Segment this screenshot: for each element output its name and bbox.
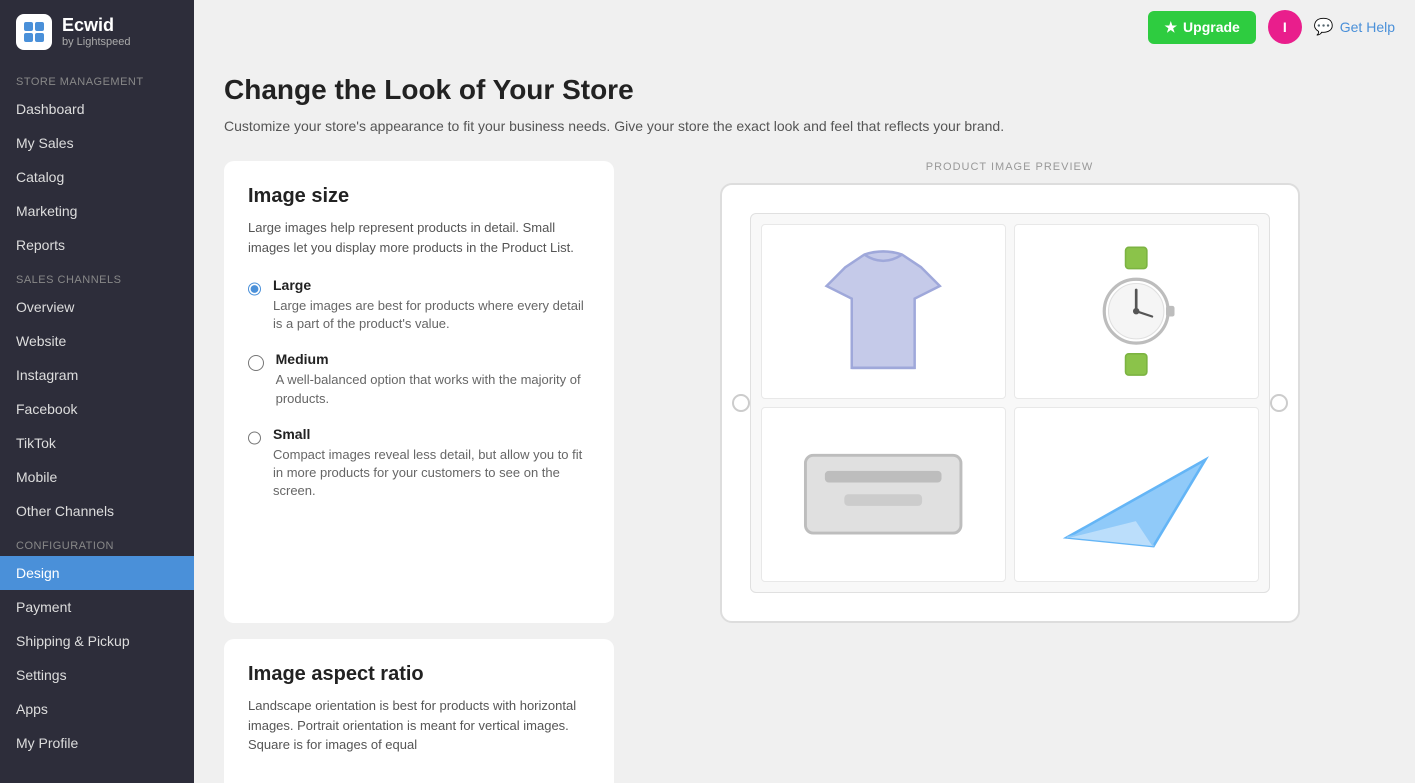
- sidebar-item-facebook[interactable]: Facebook: [0, 392, 194, 426]
- brand-text: Ecwid by Lightspeed: [62, 15, 131, 50]
- sidebar-item-payment[interactable]: Payment: [0, 590, 194, 624]
- sidebar-item-tiktok[interactable]: TikTok: [0, 426, 194, 460]
- sidebar-item-shipping[interactable]: Shipping & Pickup: [0, 624, 194, 658]
- radio-large-text: Large Large images are best for products…: [273, 277, 590, 333]
- radio-medium-text: Medium A well-balanced option that works…: [276, 351, 590, 407]
- sidebar-item-design[interactable]: Design: [0, 556, 194, 590]
- brand-name: Ecwid: [62, 15, 131, 37]
- preview-cell-bottom-left: [761, 407, 1006, 582]
- sales-channels-label: Sales channels: [0, 262, 194, 290]
- preview-cell-watch: [1014, 224, 1259, 399]
- upgrade-button[interactable]: ★ Upgrade: [1148, 11, 1255, 44]
- help-label: Get Help: [1340, 19, 1395, 35]
- preview-label: PRODUCT IMAGE PREVIEW: [926, 161, 1093, 173]
- preview-container: PRODUCT IMAGE PREVIEW: [634, 161, 1385, 623]
- upgrade-label: Upgrade: [1183, 19, 1240, 35]
- page-content: Change the Look of Your Store Customize …: [194, 54, 1415, 783]
- radio-large-input[interactable]: [248, 280, 261, 298]
- sidebar-item-marketing[interactable]: Marketing: [0, 194, 194, 228]
- sidebar-item-other-channels[interactable]: Other Channels: [0, 494, 194, 528]
- sidebar-item-dashboard[interactable]: Dashboard: [0, 92, 194, 126]
- sidebar-item-reports[interactable]: Reports: [0, 228, 194, 262]
- page-title: Change the Look of Your Store: [224, 74, 1385, 106]
- radio-medium-desc: A well-balanced option that works with t…: [276, 371, 590, 407]
- chat-icon: 💬: [1314, 17, 1334, 37]
- preview-grid: [750, 213, 1270, 593]
- image-size-desc: Large images help represent products in …: [248, 218, 590, 257]
- sidebar-logo: Ecwid by Lightspeed: [0, 0, 194, 64]
- radio-large: Large Large images are best for products…: [248, 277, 590, 333]
- image-aspect-ratio-card: Image aspect ratio Landscape orientation…: [224, 639, 614, 783]
- radio-small: Small Compact images reveal less detail,…: [248, 426, 590, 501]
- radio-small-text: Small Compact images reveal less detail,…: [273, 426, 590, 501]
- aspect-ratio-title: Image aspect ratio: [248, 663, 590, 686]
- preview-cell-bottom-right: [1014, 407, 1259, 582]
- radio-small-label: Small: [273, 426, 590, 442]
- get-help-button[interactable]: 💬 Get Help: [1314, 17, 1395, 37]
- preview-box: [720, 183, 1300, 623]
- radio-small-input[interactable]: [248, 429, 261, 447]
- configuration-label: Configuration: [0, 528, 194, 556]
- sidebar-item-my-profile[interactable]: My Profile: [0, 726, 194, 760]
- sidebar-item-settings[interactable]: Settings: [0, 658, 194, 692]
- sidebar: Ecwid by Lightspeed Store management Das…: [0, 0, 194, 783]
- ecwid-logo-icon: [16, 14, 52, 50]
- topbar: ★ Upgrade I 💬 Get Help: [194, 0, 1415, 54]
- star-icon: ★: [1164, 19, 1177, 36]
- avatar-button[interactable]: I: [1268, 10, 1302, 44]
- radio-large-label: Large: [273, 277, 590, 293]
- aspect-ratio-desc: Landscape orientation is best for produc…: [248, 696, 590, 755]
- radio-small-desc: Compact images reveal less detail, but a…: [273, 446, 590, 501]
- sidebar-item-my-sales[interactable]: My Sales: [0, 126, 194, 160]
- sidebar-item-mobile[interactable]: Mobile: [0, 460, 194, 494]
- sidebar-item-overview[interactable]: Overview: [0, 290, 194, 324]
- content-row: Image size Large images help represent p…: [224, 161, 1385, 623]
- radio-medium-input[interactable]: [248, 354, 264, 372]
- brand-sub: by Lightspeed: [62, 36, 131, 49]
- main-content: ★ Upgrade I 💬 Get Help Change the Look o…: [194, 0, 1415, 783]
- sidebar-item-catalog[interactable]: Catalog: [0, 160, 194, 194]
- radio-large-desc: Large images are best for products where…: [273, 297, 590, 333]
- preview-cell-shirt: [761, 224, 1006, 399]
- image-size-card: Image size Large images help represent p…: [224, 161, 614, 623]
- sidebar-item-instagram[interactable]: Instagram: [0, 358, 194, 392]
- sidebar-item-apps[interactable]: Apps: [0, 692, 194, 726]
- nav-dot-left: [732, 394, 750, 412]
- image-size-title: Image size: [248, 185, 590, 208]
- sidebar-item-website[interactable]: Website: [0, 324, 194, 358]
- radio-medium: Medium A well-balanced option that works…: [248, 351, 590, 407]
- nav-dot-right: [1270, 394, 1288, 412]
- store-management-label: Store management: [0, 64, 194, 92]
- page-subtitle: Customize your store's appearance to fit…: [224, 116, 1385, 137]
- radio-medium-label: Medium: [276, 351, 590, 367]
